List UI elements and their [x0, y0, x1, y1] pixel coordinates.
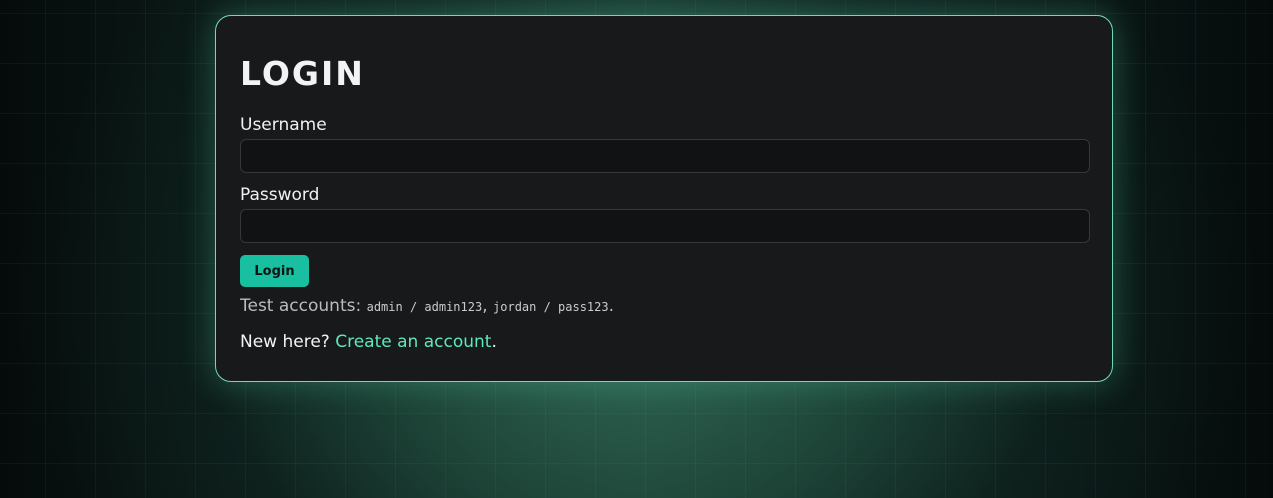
password-label: Password	[240, 185, 320, 205]
login-card: LOGIN Username Password Login Test accou…	[215, 15, 1113, 382]
login-button[interactable]: Login	[240, 255, 309, 287]
username-label: Username	[240, 115, 327, 135]
test-accounts-separator: ,	[482, 296, 488, 316]
signup-prompt: New here? Create an account.	[240, 332, 497, 352]
test-accounts-note: Test accounts: admin / admin123, jordan …	[240, 296, 614, 317]
test-accounts-suffix: .	[608, 296, 615, 316]
test-account-jordan: jordan / pass123	[493, 300, 609, 314]
password-input[interactable]	[240, 209, 1090, 243]
login-title: LOGIN	[240, 54, 365, 93]
new-here-text: New here?	[240, 332, 330, 352]
test-account-admin: admin / admin123	[366, 300, 483, 314]
test-accounts-prefix: Test accounts:	[240, 296, 362, 316]
username-input[interactable]	[240, 139, 1090, 173]
signup-prompt-suffix: .	[491, 332, 497, 352]
create-account-link[interactable]: Create an account	[335, 332, 491, 352]
